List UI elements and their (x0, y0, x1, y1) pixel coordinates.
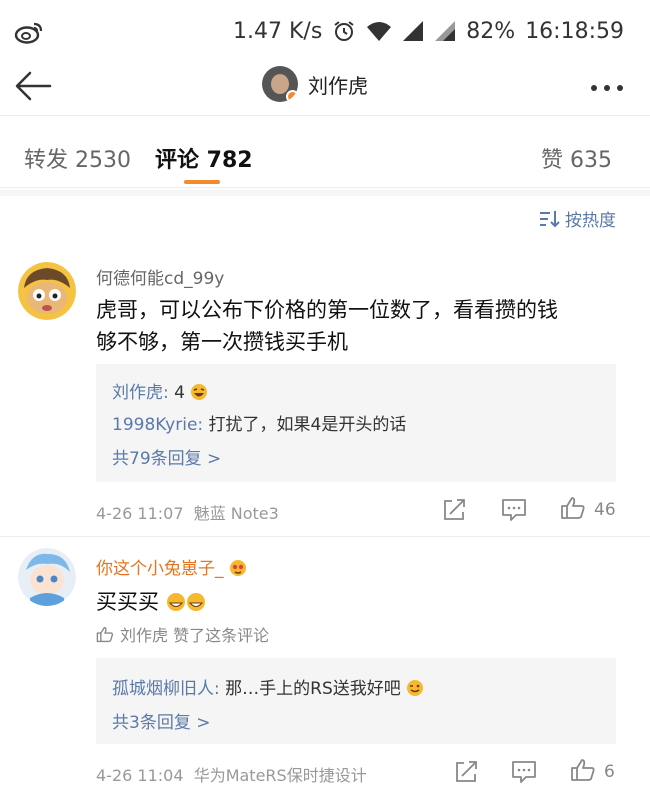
comment-meta: 4-26 11:04 华为MateRS保时捷设计 (96, 766, 367, 785)
active-tab-indicator (184, 180, 220, 184)
network-speed: 1.47 K/s (233, 18, 323, 44)
more-icon[interactable] (590, 84, 624, 92)
signal-icon-2 (435, 21, 456, 41)
tab-bar: 转发 2530 评论 782 赞 635 (0, 128, 650, 188)
sort-label: 按热度 (565, 211, 616, 231)
thumbs-up-icon[interactable] (560, 496, 586, 520)
battery-level: 82% (466, 18, 516, 44)
reply-box[interactable]: 刘作虎: 4 1998Kyrie: 打扰了，如果4是开头的话 共79条回复 > (96, 364, 616, 482)
grin-emoji-icon (186, 593, 205, 611)
sort-button[interactable]: 按热度 (539, 206, 616, 231)
profile-header[interactable]: 刘作虎 (262, 66, 368, 102)
weibo-icon (14, 22, 43, 44)
comment-text: 虎哥，可以公布下价格的第一位数了，看看攒的钱 够不够，第一次攒钱买手机 (96, 298, 558, 354)
liked-by-author: 刘作虎 赞了这条评论 (96, 622, 269, 646)
reply-item: 孤城烟柳旧人: 那…手上的RS送我好吧 (112, 674, 424, 699)
page-title: 刘作虎 (308, 73, 368, 98)
avatar[interactable] (18, 548, 76, 606)
thumbs-up-icon[interactable] (570, 758, 596, 782)
tab-like[interactable]: 赞 635 (541, 142, 612, 174)
nav-bar: 刘作虎 (0, 58, 650, 116)
status-bar: 1.47 K/s 82% 16:18:59 (0, 0, 650, 58)
verified-badge-icon (286, 90, 298, 102)
comment-icon[interactable] (511, 760, 537, 784)
laughing-emoji-icon (191, 384, 208, 400)
reply-item: 1998Kyrie: 打扰了，如果4是开头的话 (112, 415, 407, 435)
wink-emoji-icon (407, 680, 424, 696)
grin-emoji-icon (166, 593, 185, 611)
divider (0, 190, 650, 196)
signal-icon (403, 21, 424, 41)
comment-icon[interactable] (501, 498, 527, 522)
like-count: 6 (604, 762, 615, 782)
reply-item: 刘作虎: 4 (112, 378, 208, 403)
comment-text: 买买买 (96, 586, 206, 618)
alarm-icon (334, 21, 354, 41)
divider (0, 536, 650, 537)
avatar[interactable] (262, 66, 298, 102)
sort-icon (540, 210, 560, 227)
repost-icon[interactable] (454, 760, 480, 784)
like-count: 46 (594, 500, 616, 520)
wifi-icon (367, 22, 392, 41)
repost-icon[interactable] (442, 498, 468, 522)
tab-repost[interactable]: 转发 2530 (24, 142, 131, 174)
reply-box[interactable]: 孤城烟柳旧人: 那…手上的RS送我好吧 共3条回复 > (96, 658, 616, 744)
emoji-icon (229, 560, 246, 576)
comment-username[interactable]: 何德何能cd_99y (96, 264, 224, 289)
status-indicators: 1.47 K/s 82% 16:18:59 (233, 16, 624, 46)
more-replies-link[interactable]: 共3条回复 > (112, 708, 210, 733)
more-replies-link[interactable]: 共79条回复 > (112, 444, 221, 469)
clock: 16:18:59 (525, 18, 624, 44)
back-arrow-icon[interactable] (14, 68, 54, 104)
tab-comment[interactable]: 评论 782 (155, 142, 253, 174)
comment-meta: 4-26 11:07 魅蓝 Note3 (96, 504, 279, 523)
comment-username[interactable]: 你这个小兔崽子_ (96, 554, 247, 579)
thumbs-up-icon (96, 626, 114, 642)
avatar[interactable] (18, 262, 76, 320)
